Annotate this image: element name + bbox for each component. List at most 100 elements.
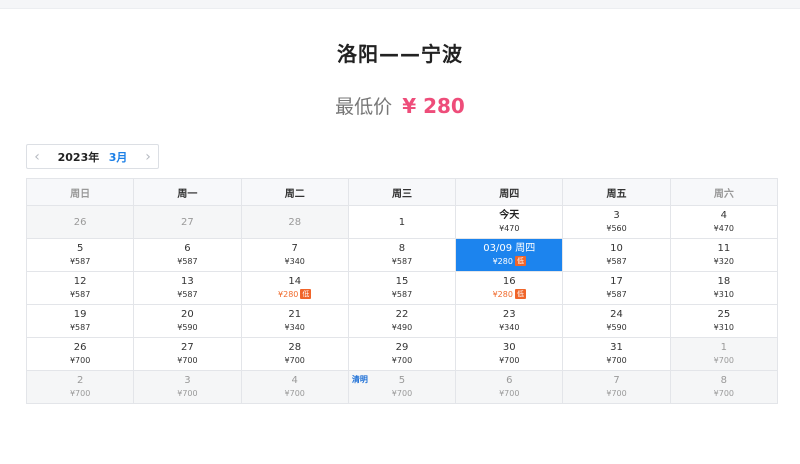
day-price: ¥700 (671, 355, 777, 367)
day-number: 6 (184, 243, 191, 254)
day-price-value: ¥587 (177, 290, 198, 299)
day-price: ¥340 (242, 322, 348, 334)
day-number: 29 (395, 342, 409, 353)
day-price: ¥587 (349, 289, 455, 301)
price-calendar: 周日 周一 周二 周三 周四 周五 周六 26 27 28 1 今天 ¥470 3 ¥560 4… (25, 178, 779, 404)
day-number: 8 (720, 375, 728, 386)
day-price-value: ¥310 (713, 323, 735, 332)
calendar-day-cell[interactable]: 19 ¥587 (25, 304, 135, 338)
calendar-day-cell[interactable]: 14 ¥280 低 (240, 271, 349, 305)
calendar-week-row: 19 ¥587 20 ¥590 21 ¥340 22 ¥490 23 ¥340 24 ¥590 25 ¥3… (25, 304, 779, 338)
day-price: ¥587 (349, 256, 455, 268)
day-price: ¥310 (671, 289, 777, 301)
day-price-value: ¥700 (713, 356, 735, 365)
day-price: ¥700 (134, 388, 240, 400)
day-number: 30 (502, 342, 516, 353)
calendar-day-cell[interactable]: 20 ¥590 (133, 304, 242, 338)
calendar-day-cell: 清明 5 ¥700 (347, 370, 457, 404)
day-number: 3 (184, 375, 191, 386)
day-price: ¥470 (456, 223, 562, 235)
calendar-day-cell[interactable]: 16 ¥280 低 (455, 271, 564, 305)
weekday-header: 周六 (669, 178, 779, 206)
calendar-day-cell[interactable]: 21 ¥340 (240, 304, 349, 338)
day-price-value: ¥587 (391, 257, 413, 266)
calendar-day-cell[interactable]: 11 ¥320 (669, 238, 779, 272)
calendar-day-cell[interactable]: 7 ¥340 (240, 238, 349, 272)
calendar-day-cell[interactable]: 25 ¥310 (669, 304, 779, 338)
day-price: ¥340 (456, 322, 562, 334)
day-price-value: ¥700 (284, 356, 305, 365)
calendar-day-cell[interactable]: 17 ¥587 (562, 271, 671, 305)
day-price: ¥700 (242, 355, 348, 367)
calendar-day-cell[interactable]: 23 ¥340 (455, 304, 564, 338)
calendar-day-cell[interactable]: 24 ¥590 (562, 304, 671, 338)
low-price-badge: 低 (514, 256, 526, 266)
low-price-badge: 低 (514, 289, 526, 299)
calendar-day-cell[interactable]: 3 ¥560 (562, 205, 671, 239)
day-number: 6 (506, 375, 513, 386)
calendar-day-cell[interactable]: 18 ¥310 (669, 271, 779, 305)
prev-month-icon[interactable]: ‹ (27, 145, 47, 168)
day-number: 26 (73, 342, 87, 353)
day-price-value: ¥700 (391, 356, 413, 365)
calendar-day-cell[interactable]: 27 ¥700 (133, 337, 242, 371)
calendar-day-cell[interactable]: 28 ¥700 (240, 337, 349, 371)
nav-month[interactable]: 3月 (109, 151, 128, 164)
calendar-day-cell[interactable]: 26 ¥700 (25, 337, 135, 371)
calendar-day-cell: 8 ¥700 (669, 370, 779, 404)
day-price: ¥700 (349, 388, 455, 400)
calendar-day-cell[interactable]: 1 (347, 205, 457, 239)
day-number: 31 (610, 342, 623, 353)
route-title: 洛阳——宁波 (337, 42, 463, 66)
low-price-badge: 低 (300, 289, 312, 299)
next-month-icon[interactable]: › (138, 145, 158, 168)
day-number: 7 (291, 243, 298, 254)
calendar-day-cell[interactable]: 31 ¥700 (562, 337, 671, 371)
day-number: 27 (181, 342, 194, 353)
day-price-value: ¥560 (606, 224, 627, 233)
calendar-day-cell[interactable]: 22 ¥490 (347, 304, 457, 338)
day-number: 1 (720, 342, 728, 353)
calendar-day-cell[interactable]: 6 ¥587 (133, 238, 242, 272)
day-number: 22 (395, 309, 409, 320)
day-price-value: ¥700 (606, 356, 627, 365)
day-number: 24 (610, 309, 623, 320)
day-price-value: ¥310 (713, 290, 735, 299)
calendar-day-cell[interactable]: 13 ¥587 (133, 271, 242, 305)
calendar-day-cell[interactable]: 今天 ¥470 (455, 205, 564, 239)
day-number: 4 (720, 210, 728, 221)
weekday-header: 周三 (347, 178, 457, 206)
calendar-week-row: 12 ¥587 13 ¥587 14 ¥280 低 15 ¥587 16 ¥280 低 17 ¥587 18… (25, 271, 779, 305)
calendar-day-cell: 6 ¥700 (455, 370, 564, 404)
calendar-day-cell: 4 ¥700 (240, 370, 349, 404)
day-price: ¥700 (456, 355, 562, 367)
day-price-value: ¥470 (499, 224, 520, 233)
day-number: 27 (181, 216, 194, 228)
day-price-value: ¥587 (69, 257, 91, 266)
calendar-day-cell[interactable]: 5 ¥587 (25, 238, 135, 272)
calendar-day-cell[interactable]: 8 ¥587 (347, 238, 457, 272)
calendar-day-cell[interactable]: 15 ¥587 (347, 271, 457, 305)
day-price: ¥700 (563, 388, 669, 400)
day-number: 10 (610, 243, 623, 254)
day-price-value: ¥320 (713, 257, 735, 266)
calendar-day-cell[interactable]: 29 ¥700 (347, 337, 457, 371)
day-price-value: ¥280 (278, 290, 299, 299)
weekday-header: 周四 (455, 178, 564, 206)
calendar-day-cell[interactable]: 4 ¥470 (669, 205, 779, 239)
day-number: 26 (73, 216, 87, 228)
calendar-day-cell[interactable]: 12 ¥587 (25, 271, 135, 305)
weekday-header: 周五 (562, 178, 671, 206)
day-price-value: ¥700 (391, 389, 413, 398)
calendar-day-cell[interactable]: 30 ¥700 (455, 337, 564, 371)
calendar-day-cell[interactable]: 03/09 周四 ¥280 低 (455, 238, 564, 272)
calendar-day-cell[interactable]: 10 ¥587 (562, 238, 671, 272)
day-number: 14 (288, 276, 302, 287)
calendar-day-cell: 27 (133, 205, 242, 239)
top-bar (0, 0, 800, 9)
day-price: ¥587 (134, 256, 240, 268)
lowest-price-amount: ¥ 280 (402, 94, 465, 118)
day-price: ¥700 (349, 355, 455, 367)
day-number: 28 (288, 342, 302, 353)
calendar-week-row: 26 ¥700 27 ¥700 28 ¥700 29 ¥700 30 ¥700 31 ¥700 1 ¥70… (25, 337, 779, 371)
